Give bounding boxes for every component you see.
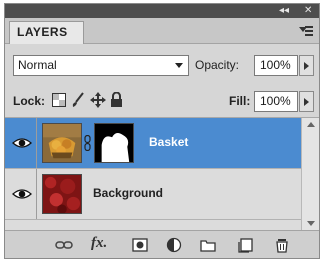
fx-icon[interactable]: fx.: [91, 235, 107, 252]
fill-field[interactable]: 100%: [254, 91, 298, 112]
chevron-right-icon: [304, 98, 309, 106]
lock-fill-row: Lock: Fill: 100%: [5, 84, 319, 118]
layers-list: Basket Background: [5, 118, 301, 230]
panel-menu-icon[interactable]: [299, 24, 313, 36]
adjustment-layer-icon[interactable]: [165, 236, 183, 254]
panel-titlebar: ◂◂ ✕: [5, 4, 319, 18]
eye-icon[interactable]: [12, 135, 32, 151]
chevron-right-icon: [304, 62, 309, 70]
new-layer-icon[interactable]: [237, 236, 255, 254]
new-group-icon[interactable]: [199, 236, 217, 254]
opacity-label: Opacity:: [195, 58, 240, 72]
chain-link-icon[interactable]: [84, 135, 91, 151]
layers-panel: ◂◂ ✕ LAYERS Normal Opacity: 100% Lock: F…: [4, 3, 320, 259]
link-layers-icon[interactable]: [55, 236, 73, 254]
scroll-up-icon[interactable]: [307, 122, 315, 127]
tab-bar: LAYERS: [5, 18, 319, 44]
tab-layers[interactable]: LAYERS: [9, 21, 84, 44]
trash-icon[interactable]: [273, 236, 291, 254]
fill-slider-button[interactable]: [299, 91, 314, 112]
scroll-down-icon[interactable]: [307, 221, 315, 226]
lock-all-icon[interactable]: [110, 92, 123, 107]
close-icon[interactable]: ✕: [304, 5, 312, 17]
layers-scrollbar[interactable]: [301, 118, 319, 230]
divider: [36, 169, 37, 219]
bottom-toolbar: fx.: [5, 230, 319, 258]
layer-row-background[interactable]: Background: [5, 169, 301, 220]
lock-move-icon[interactable]: [90, 92, 106, 108]
layer-row-basket[interactable]: Basket: [5, 118, 301, 169]
eye-icon[interactable]: [12, 186, 32, 202]
blend-mode-select[interactable]: Normal: [13, 55, 189, 76]
chevron-down-icon: [175, 63, 183, 68]
divider: [36, 118, 37, 168]
lock-label: Lock:: [13, 94, 46, 108]
layer-name-background[interactable]: Background: [93, 186, 163, 200]
layer-mask-thumbnail[interactable]: [94, 123, 134, 163]
layer-thumbnail[interactable]: [42, 174, 82, 214]
add-mask-icon[interactable]: [131, 236, 149, 254]
collapse-icon[interactable]: ◂◂: [279, 5, 289, 17]
blend-opacity-row: Normal Opacity: 100%: [5, 46, 319, 80]
blend-mode-value: Normal: [18, 58, 57, 72]
lock-transparent-icon[interactable]: [52, 93, 66, 107]
lock-brush-icon[interactable]: [71, 92, 85, 108]
opacity-slider-button[interactable]: [299, 55, 314, 76]
layer-thumbnail[interactable]: [42, 123, 82, 163]
fill-label: Fill:: [229, 94, 251, 108]
opacity-field[interactable]: 100%: [254, 55, 298, 76]
layer-name-basket[interactable]: Basket: [149, 135, 188, 149]
